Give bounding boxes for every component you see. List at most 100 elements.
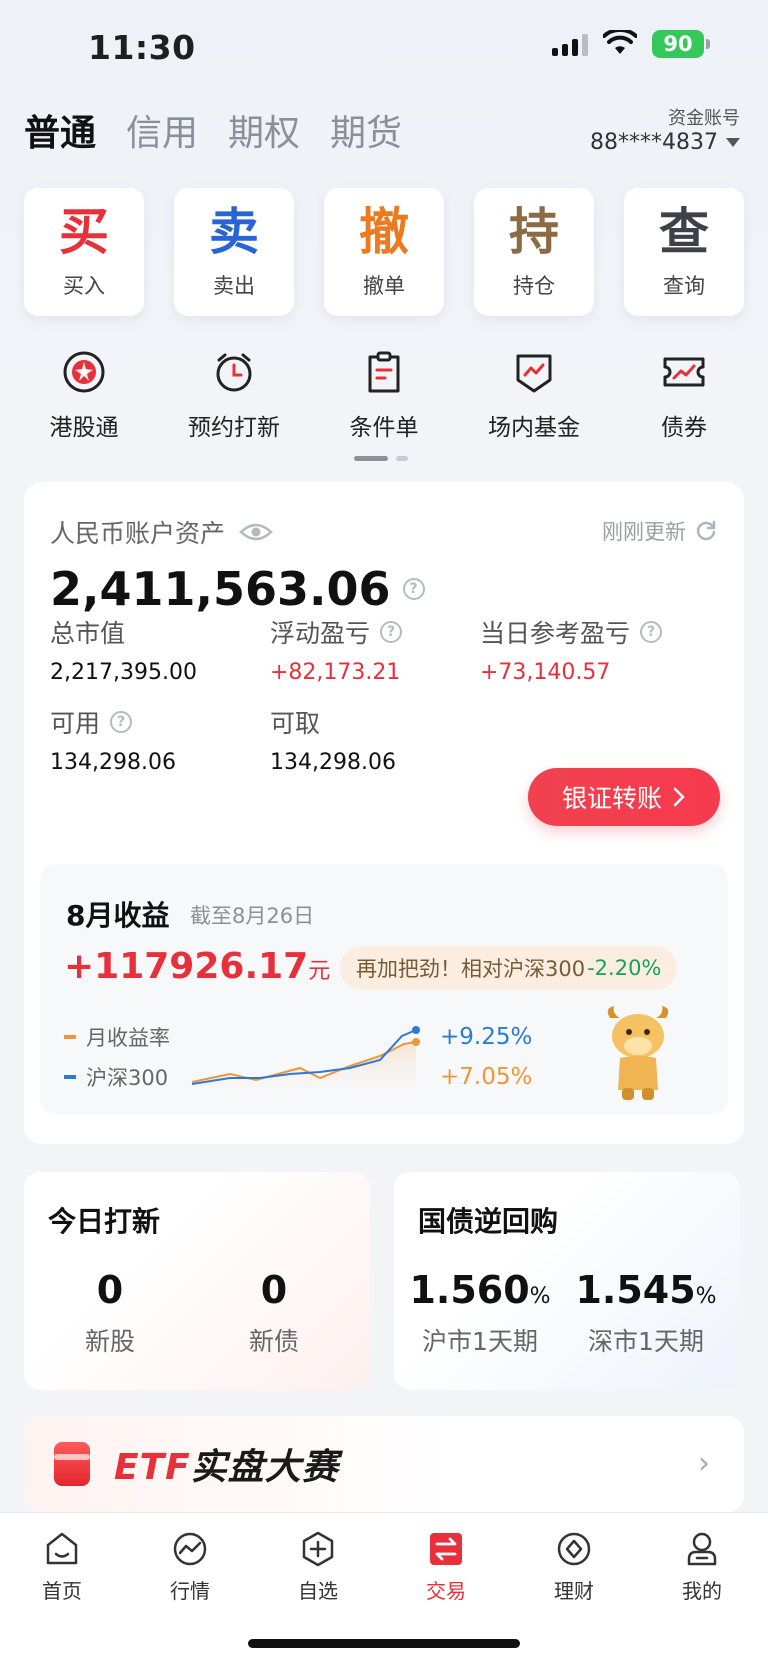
tool-exchange-fund[interactable]: 场内基金 — [464, 348, 604, 442]
cancel-label: 撤单 — [363, 274, 405, 298]
cancel-glyph: 撤 — [359, 203, 409, 261]
bank-transfer-button[interactable]: 银证转账 — [528, 768, 720, 826]
help-icon[interactable]: ? — [110, 711, 133, 733]
repo-sz[interactable]: 1.545% 深市1天期 — [566, 1268, 726, 1358]
repo-sh-pct: % — [529, 1284, 551, 1309]
status-time: 11:30 — [88, 28, 196, 67]
daily-pl-label: 当日参考盈亏 — [480, 619, 631, 648]
etf-contest-banner[interactable]: ETF实盘大赛 › — [24, 1416, 744, 1512]
account-type-tabs: 普通 信用 期权 期货 — [24, 104, 402, 156]
bull-mascot-icon — [607, 1006, 669, 1100]
benchmark-bubble: 再加把劲！相对沪深300 -2.20% — [340, 946, 678, 990]
repo-card[interactable]: 国债逆回购 1.560% 沪市1天期 1.545% 深市1天期 — [394, 1172, 740, 1390]
alarm-clock-icon — [216, 353, 252, 392]
market-value: 2,217,395.00 — [50, 660, 197, 685]
monthly-income-title: 8月收益 — [66, 899, 170, 932]
tab-credit[interactable]: 信用 — [126, 104, 198, 156]
bank-transfer-label: 银证转账 — [561, 784, 662, 813]
quick-actions: 买 买入 卖 卖出 撤 撤单 持 持仓 查 查询 — [24, 188, 744, 316]
tool-shortcuts: 港股通 预约打新 条件单 场内基金 债券 — [24, 348, 744, 442]
available-label: 可用 — [50, 709, 101, 738]
tab-wealth-label: 理财 — [554, 1579, 594, 1603]
monthly-income-panel[interactable]: 8月收益 截至8月26日 +117926.17元 再加把劲！相对沪深300 -2.… — [40, 864, 728, 1114]
hk-flower-icon — [63, 351, 105, 393]
signal-icon — [552, 34, 588, 56]
available-stat: 可用? 134,298.06 — [50, 704, 176, 775]
monthly-income-unit: 元 — [308, 959, 331, 984]
bottom-tab-bar: 首页 行情 自选 交易 理财 我的 — [0, 1512, 768, 1662]
battery-icon: 90 — [652, 30, 710, 58]
help-icon[interactable]: ? — [640, 621, 663, 643]
tab-watchlist-label: 自选 — [298, 1579, 338, 1603]
wifi-icon — [603, 30, 637, 54]
query-button[interactable]: 查 查询 — [624, 188, 744, 316]
trade-icon — [430, 1533, 462, 1565]
float-pl-label: 浮动盈亏 — [270, 619, 371, 648]
legend-index-label: 沪深300 — [86, 1066, 169, 1090]
tab-futures[interactable]: 期货 — [330, 104, 402, 156]
daily-pl-stat: 当日参考盈亏? +73,140.57 — [480, 614, 663, 685]
sell-glyph: 卖 — [209, 203, 259, 261]
legend-index: 沪深300 — [64, 1062, 168, 1092]
repo-title: 国债逆回购 — [418, 1205, 559, 1238]
positions-button[interactable]: 持 持仓 — [474, 188, 594, 316]
fund-account-selector[interactable]: 资金账号 88****4837 — [590, 104, 740, 155]
legend-return-label: 月收益率 — [86, 1026, 170, 1050]
ipo-bonds[interactable]: 0 新债 — [194, 1268, 354, 1358]
refresh-button[interactable]: 刚刚更新 — [602, 516, 718, 546]
wealth-icon — [557, 1532, 591, 1566]
benchmark-diff: -2.20% — [587, 956, 662, 980]
ipo-card[interactable]: 今日打新 0 新股 0 新债 — [24, 1172, 370, 1390]
legend-return: 月收益率 — [64, 1022, 170, 1052]
return-pct: +9.25% — [440, 1024, 533, 1050]
tab-trade-label: 交易 — [426, 1579, 466, 1603]
tab-market[interactable]: 行情 — [140, 1529, 240, 1604]
tool-ipo-reserve-label: 预约打新 — [188, 415, 280, 441]
refresh-icon — [696, 520, 716, 541]
tool-conditional-order[interactable]: 条件单 — [314, 348, 454, 442]
clipboard-icon — [368, 351, 400, 393]
help-icon[interactable]: ? — [402, 578, 425, 600]
repo-sh-label: 沪市1天期 — [422, 1327, 538, 1356]
ipo-stocks[interactable]: 0 新股 — [30, 1268, 190, 1358]
repo-sz-pct: % — [695, 1284, 717, 1309]
refresh-label: 刚刚更新 — [602, 520, 686, 544]
cancel-order-button[interactable]: 撤 撤单 — [324, 188, 444, 316]
fund-account-number: 88****4837 — [590, 130, 718, 155]
tool-hk-connect[interactable]: 港股通 — [14, 348, 154, 442]
tab-trade[interactable]: 交易 — [396, 1529, 496, 1604]
tab-profile[interactable]: 我的 — [652, 1529, 752, 1604]
shield-chart-icon — [516, 354, 552, 393]
repo-sh[interactable]: 1.560% 沪市1天期 — [400, 1268, 560, 1358]
etf-banner-prefix: ETF — [114, 1447, 191, 1488]
home-indicator[interactable] — [248, 1639, 520, 1648]
tab-home[interactable]: 首页 — [12, 1529, 112, 1604]
tab-watchlist[interactable]: 自选 — [268, 1529, 368, 1604]
positions-label: 持仓 — [513, 274, 555, 298]
buy-button[interactable]: 买 买入 — [24, 188, 144, 316]
monthly-income-amount: +117926.17 — [64, 946, 309, 987]
total-assets-value: 2,411,563.06 — [50, 562, 391, 616]
tool-bonds[interactable]: 债券 — [614, 348, 754, 442]
help-icon[interactable]: ? — [380, 621, 403, 643]
ipo-stocks-label: 新股 — [84, 1327, 135, 1356]
tool-conditional-order-label: 条件单 — [349, 415, 419, 441]
red-envelope-icon — [54, 1442, 90, 1486]
query-glyph: 查 — [659, 203, 709, 261]
fund-account-label: 资金账号 — [668, 108, 740, 129]
sell-label: 卖出 — [213, 274, 255, 298]
withdrawable-value: 134,298.06 — [270, 750, 396, 775]
query-label: 查询 — [663, 274, 705, 298]
ipo-stocks-count: 0 — [96, 1268, 124, 1312]
tab-normal[interactable]: 普通 — [24, 104, 96, 156]
tab-options[interactable]: 期权 — [228, 104, 300, 156]
tool-ipo-reserve[interactable]: 预约打新 — [164, 348, 304, 442]
ipo-bonds-count: 0 — [260, 1268, 288, 1312]
tool-exchange-fund-label: 场内基金 — [488, 415, 580, 441]
sell-button[interactable]: 卖 卖出 — [174, 188, 294, 316]
asset-title: 人民币账户资产 — [50, 519, 226, 548]
eye-icon[interactable] — [239, 521, 273, 543]
float-pl-value: +82,173.21 — [270, 660, 401, 685]
ticket-chart-icon — [663, 357, 705, 387]
tab-wealth[interactable]: 理财 — [524, 1529, 624, 1604]
